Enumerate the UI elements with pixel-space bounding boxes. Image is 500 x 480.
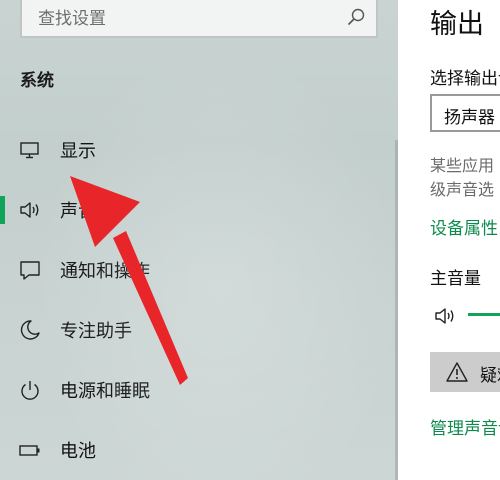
troubleshoot-button[interactable]: 疑难解答 <box>430 352 500 392</box>
settings-nav-pane: 系统 显示 声音 通知和操作 <box>0 0 398 480</box>
nav-item-display[interactable]: 显示 <box>0 125 398 175</box>
monitor-icon <box>20 142 39 159</box>
speaker-icon <box>20 202 39 218</box>
sound-content-pane: 输出 选择输出设备 扬声器 某些应用 级声音选 设备属性 主音量 疑难解答 管理… <box>398 0 500 480</box>
volume-icon[interactable] <box>434 304 462 328</box>
settings-window: 系统 显示 声音 通知和操作 <box>0 0 500 480</box>
nav-item-power-sleep[interactable]: 电源和睡眠 <box>0 365 398 415</box>
output-device-value: 扬声器 <box>444 108 495 128</box>
manage-sound-devices-link[interactable]: 管理声音设备 <box>430 414 500 439</box>
nav-item-label: 电源和睡眠 <box>60 381 150 402</box>
battery-icon <box>19 445 40 456</box>
troubleshoot-label: 疑难解答 <box>480 366 500 386</box>
nav-item-label: 声音 <box>60 201 96 222</box>
section-title-system: 系统 <box>20 71 54 91</box>
master-volume-slider[interactable] <box>468 313 500 316</box>
search-icon[interactable] <box>346 7 366 27</box>
search-box[interactable] <box>20 0 378 38</box>
notification-icon <box>20 261 40 280</box>
master-volume-label: 主音量 <box>430 269 481 289</box>
warning-icon <box>446 362 468 382</box>
output-device-label: 选择输出设备 <box>430 69 500 89</box>
device-properties-link[interactable]: 设备属性 <box>430 214 498 239</box>
nav-item-battery[interactable]: 电池 <box>0 425 398 475</box>
output-device-select[interactable]: 扬声器 <box>430 94 500 132</box>
power-icon <box>21 381 39 400</box>
nav-item-label: 专注助手 <box>60 321 132 342</box>
moon-icon <box>20 320 40 340</box>
page-title: 输出 <box>430 9 484 40</box>
description-line: 级声音选 <box>430 180 495 199</box>
description-line: 某些应用 <box>430 156 495 175</box>
nav-item-label: 电池 <box>60 441 96 462</box>
nav-item-sound[interactable]: 声音 <box>0 185 398 235</box>
output-description: 某些应用 级声音选 <box>430 154 494 202</box>
nav-item-focus-assist[interactable]: 专注助手 <box>0 305 398 355</box>
nav-item-notifications[interactable]: 通知和操作 <box>0 245 398 295</box>
nav-item-label: 通知和操作 <box>60 261 150 282</box>
nav-item-label: 显示 <box>60 141 96 162</box>
search-input[interactable] <box>36 4 340 34</box>
